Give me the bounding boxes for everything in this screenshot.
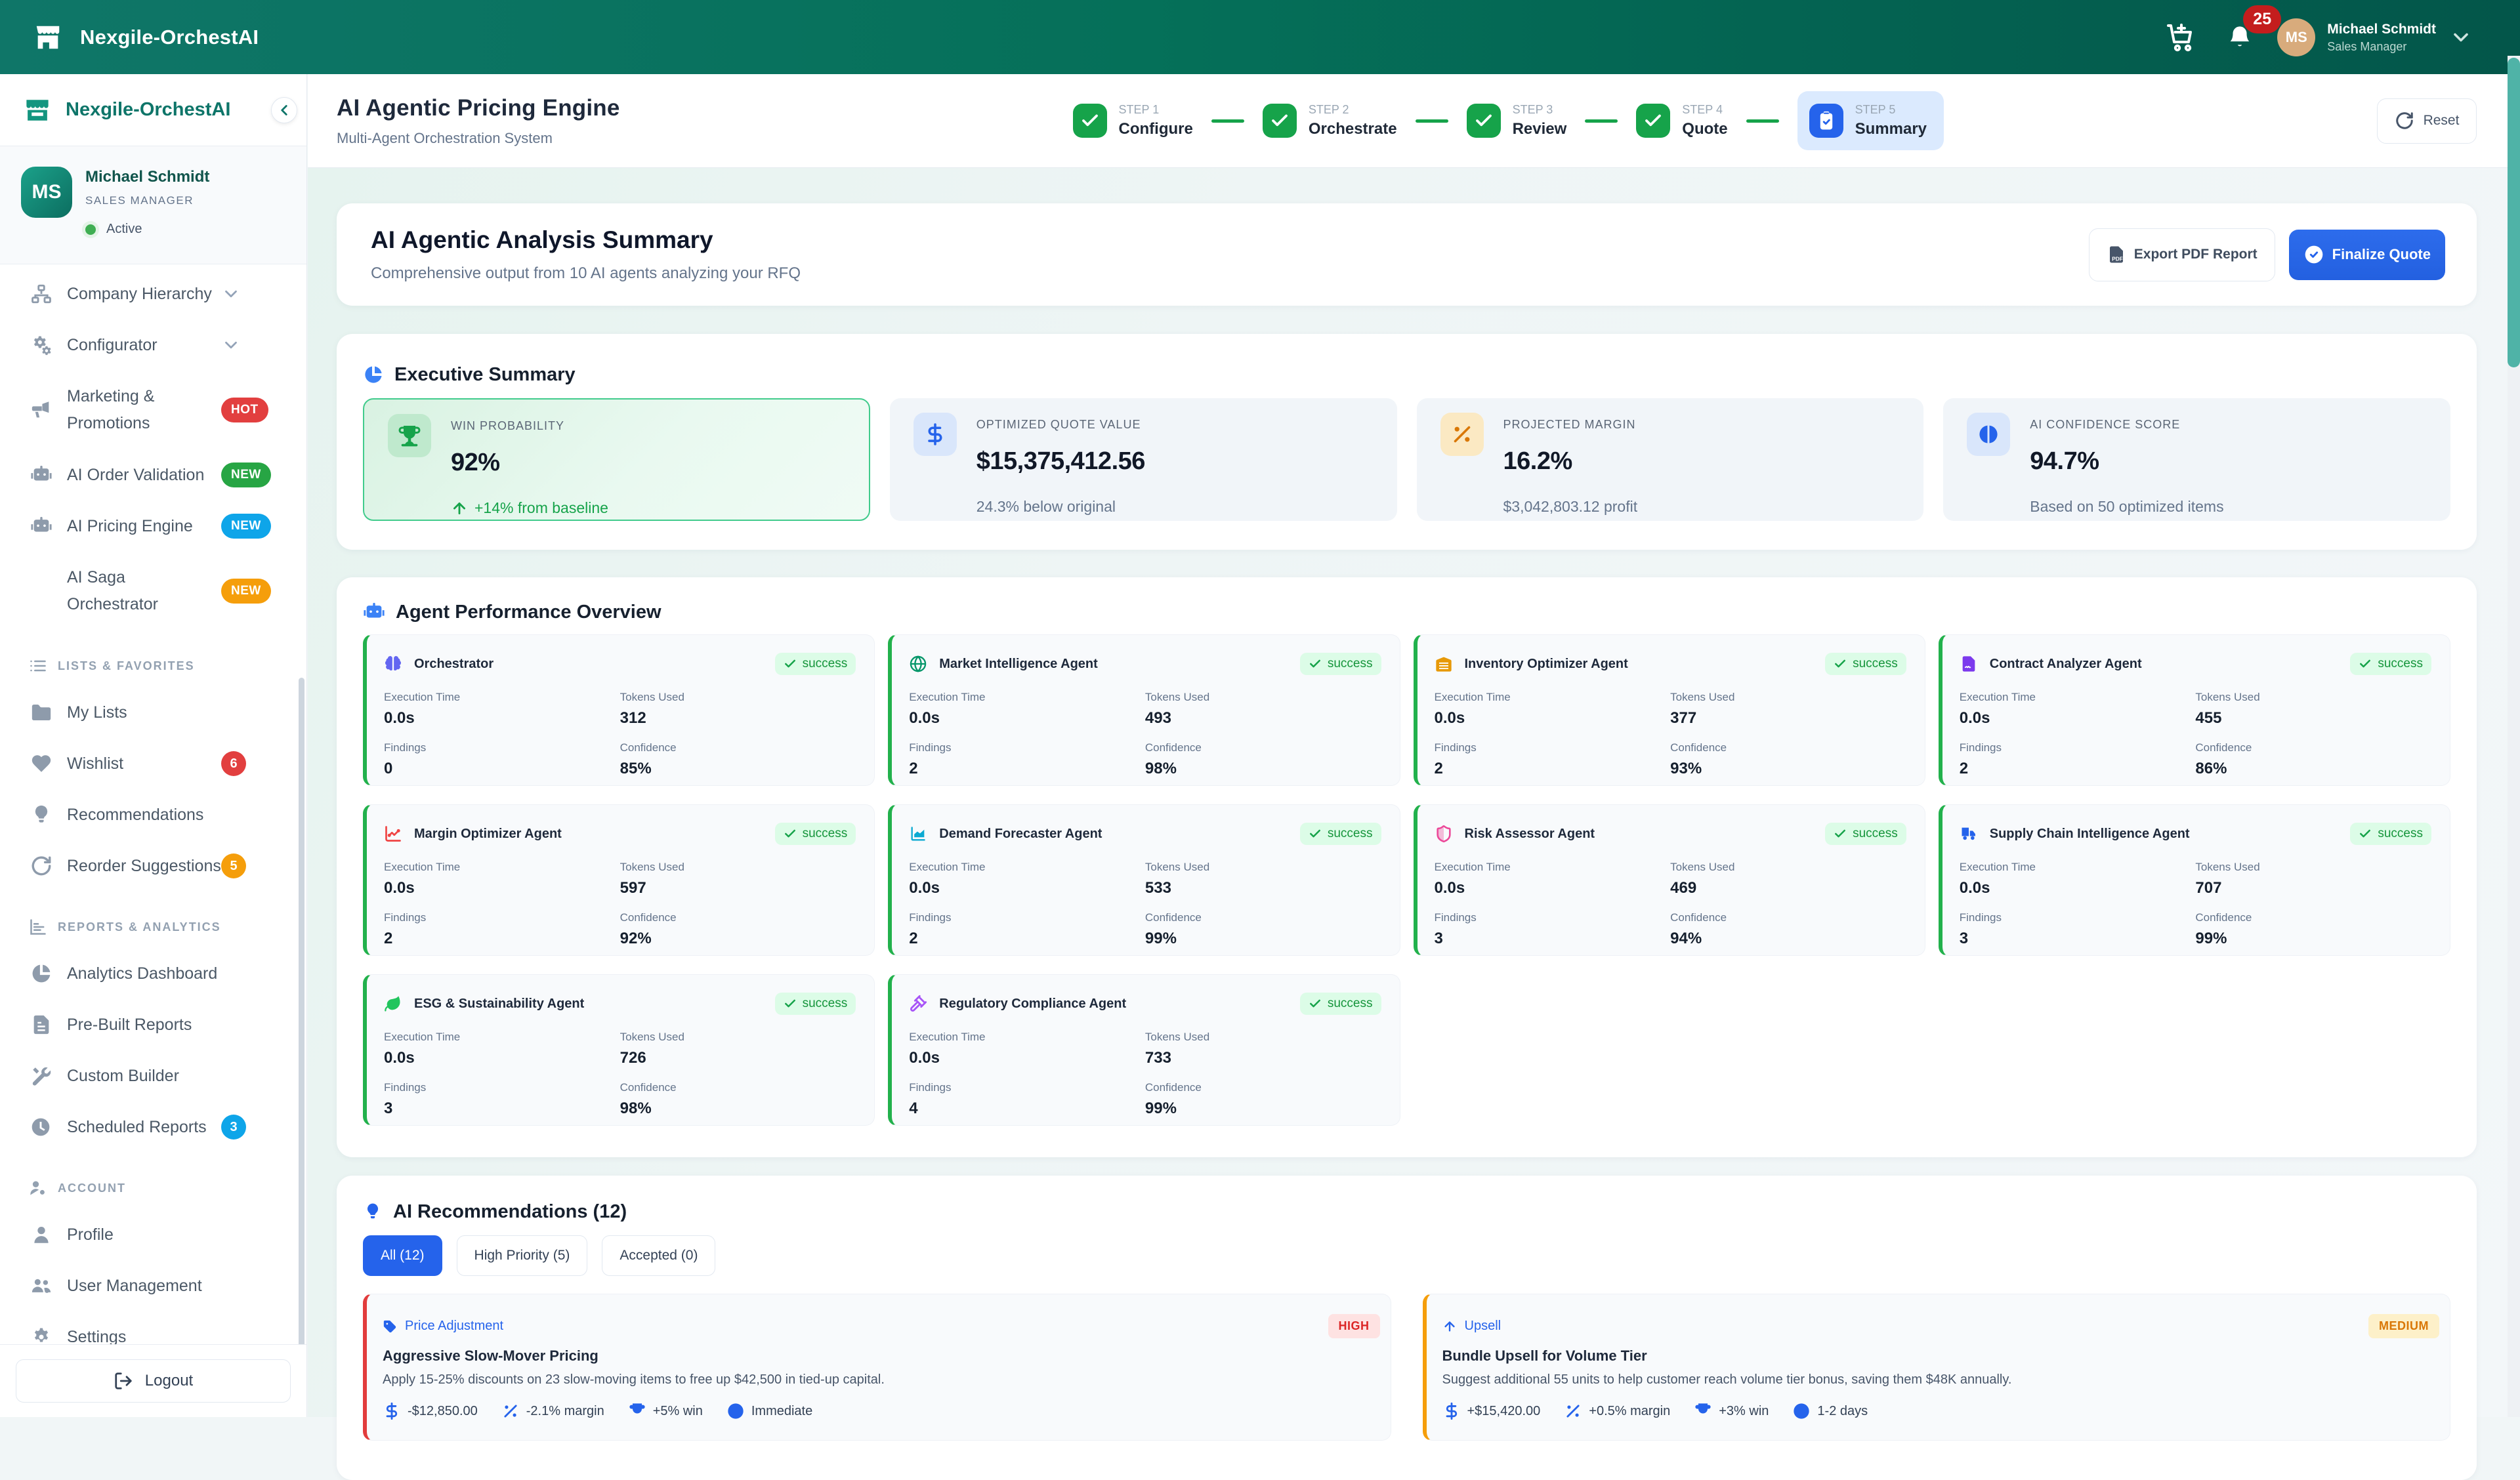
svg-text:PDF: PDF (2112, 256, 2123, 262)
